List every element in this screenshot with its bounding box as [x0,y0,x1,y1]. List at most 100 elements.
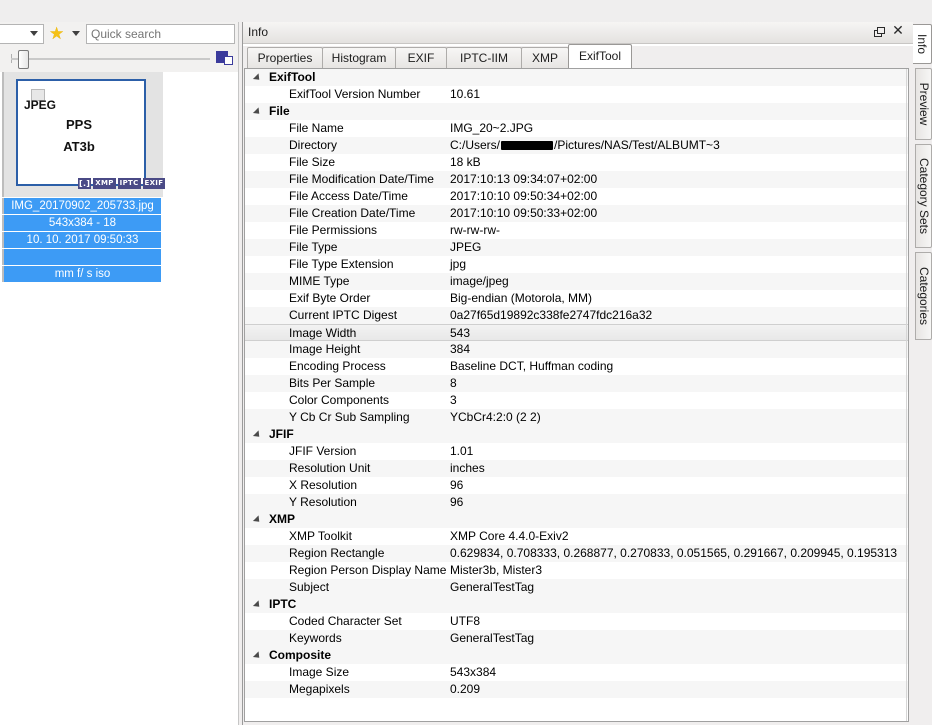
tab-properties[interactable]: Properties [247,47,323,68]
vertical-tab-categories[interactable]: Categories [915,252,932,340]
table-row[interactable]: File Creation Date/Time 2017:10:10 09:50:… [245,205,908,222]
thumbnail-size-icon[interactable] [216,51,233,67]
collapse-triangle-icon[interactable] [252,600,263,610]
table-row[interactable]: Bits Per Sample 8 [245,375,908,392]
table-row[interactable]: ExifTool Version Number 10.61 [245,86,908,103]
vertical-tab-info[interactable]: Info [913,24,932,64]
close-icon[interactable]: ✕ [890,23,906,41]
collapse-triangle-icon[interactable] [252,107,263,117]
filter-combobox[interactable] [0,24,44,44]
metadata-group-iptc[interactable]: IPTC [245,596,908,613]
iptc-badge: IPTC [117,178,141,189]
search-input[interactable] [86,24,235,44]
table-row[interactable]: Encoding Process Baseline DCT, Huffman co… [245,358,908,375]
tab-label: IPTC-IIM [460,51,508,65]
table-row[interactable]: Region Person Display Name Mister3b, Mist… [245,562,908,579]
tab-xmp[interactable]: XMP [521,47,569,68]
thumbnail-datetime: 10. 10. 2017 09:50:33 [2,232,161,248]
table-row[interactable]: File Size 18 kB [245,154,908,171]
table-row[interactable]: File Type Extension jpg [245,256,908,273]
table-row[interactable]: Keywords GeneralTestTag [245,630,908,647]
group-label: XMP [269,512,296,526]
table-row[interactable]: Subject GeneralTestTag [245,579,908,596]
metadata-value-image-width: 543 [450,326,471,340]
metadata-group-jfif[interactable]: JFIF [245,426,908,443]
collapse-triangle-icon[interactable] [252,73,263,83]
metadata-key-color-components: Color Components [289,393,390,407]
metadata-key-region-person-display-name: Region Person Display Name [289,563,447,577]
table-row[interactable]: XMP Toolkit XMP Core 4.4.0-Exiv2 [245,528,908,545]
table-row[interactable]: File Type JPEG [245,239,908,256]
metadata-key-region-rectangle: Region Rectangle [289,546,385,560]
table-row[interactable]: File Name IMG_20~2.JPG [245,120,908,137]
thumbnail-format-label: JPEG [24,98,57,112]
group-label: File [269,104,290,118]
metadata-value-coded-character-set: UTF8 [450,614,480,628]
metadata-group-file[interactable]: File [245,103,908,120]
metadata-group-exiftool[interactable]: ExifTool [245,69,908,86]
metadata-key-file-permissions: File Permissions [289,223,378,237]
table-row[interactable]: Image Size 543x384 [245,664,908,681]
window-top-strip [0,0,932,22]
thumbnail-filename: IMG_20170902_205733.jpg [2,198,161,214]
thumbnail-item[interactable]: JPEG PPS AT3b [.] XMP IPTC EXIF IMG_2017… [2,72,166,297]
metadata-value-y-cb-cr-sub-sampling: YCbCr4:2:0 (2 2) [450,410,541,424]
table-row[interactable]: X Resolution 96 [245,477,908,494]
table-row[interactable]: Resolution Unit inches [245,460,908,477]
metadata-group-xmp[interactable]: XMP [245,511,908,528]
table-row[interactable]: Coded Character Set UTF8 [245,613,908,630]
float-panel-icon[interactable] [871,25,887,41]
tab-iptc-iim[interactable]: IPTC-IIM [446,47,522,68]
table-row[interactable]: JFIF Version 1.01 [245,443,908,460]
star-icon: ★ [49,24,65,43]
table-row[interactable]: File Permissions rw-rw-rw- [245,222,908,239]
metadata-key-encoding-process: Encoding Process [289,359,386,373]
vertical-tab-category-sets[interactable]: Category Sets [915,144,932,248]
table-row[interactable]: Exif Byte Order Big-endian (Motorola, MM) [245,290,908,307]
metadata-value-resolution-unit: inches [450,461,485,475]
metadata-key-file-type: File Type [289,240,338,254]
metadata-value-file-name: IMG_20~2.JPG [450,121,534,135]
value-prefix: C:/Users/ [450,138,501,152]
metadata-value-megapixels: 0.209 [450,682,481,696]
tab-label: XMP [531,51,558,65]
table-row[interactable]: MIME Type image/jpeg [245,273,908,290]
table-row[interactable]: Color Components 3 [245,392,908,409]
metadata-value-y-resolution: 96 [450,495,464,509]
tab-exiftool[interactable]: ExifTool [568,44,632,68]
table-row[interactable]: Y Cb Cr Sub Sampling YCbCr4:2:0 (2 2) [245,409,908,426]
group-label: IPTC [269,597,297,611]
size-icon-small-square [224,56,233,65]
table-row[interactable]: Region Rectangle 0.629834, 0.708333, 0.26… [245,545,908,562]
info-panel-title: Info [248,25,269,39]
table-row[interactable]: Megapixels 0.209 [245,681,908,698]
metadata-key-exif-byte-order: Exif Byte Order [289,291,371,305]
table-row[interactable]: Image Width 543 [245,324,908,341]
table-row[interactable]: Y Resolution 96 [245,494,908,511]
collapse-triangle-icon[interactable] [252,515,263,525]
rating-filter-button[interactable]: ★ [49,24,83,44]
right-vertical-tabbar: Info Preview Category Sets Categories [913,22,932,725]
metadata-value-exiftool-version-number: 10.61 [450,87,481,101]
metadata-value-file-type-extension: jpg [450,257,467,271]
slider-handle[interactable] [18,50,29,69]
info-panel-titlebar: Info ✕ [243,22,913,44]
table-row[interactable]: Current IPTC Digest 0a27f65d19892c338fe27… [245,307,908,324]
collapse-triangle-icon[interactable] [252,651,263,661]
metadata-group-composite[interactable]: Composite [245,647,908,664]
tab-exif[interactable]: EXIF [395,47,447,68]
table-row[interactable]: File Access Date/Time 2017:10:10 09:50:34… [245,188,908,205]
exiftool-metadata-table[interactable]: ExifTool ExifTool Version Number 10.61 File… [244,68,909,722]
collapse-triangle-icon[interactable] [252,430,263,440]
table-row[interactable]: Image Height 384 [245,341,908,358]
metadata-key-file-name: File Name [289,121,344,135]
table-row[interactable]: Directory C:/Users/ /Pictures/NAS/Test/ALB… [245,137,908,154]
thumbnail-size-slider[interactable] [11,58,210,60]
metadata-value-jfif-version: 1.01 [450,444,474,458]
metadata-value-xmp-toolkit: XMP Core 4.4.0-Exiv2 [450,529,569,543]
tab-histogram[interactable]: Histogram [322,47,396,68]
table-row[interactable]: File Modification Date/Time 2017:10:13 09… [245,171,908,188]
face-badge-icon: [.] [78,178,92,189]
vertical-tab-preview[interactable]: Preview [915,68,932,140]
metadata-key-file-modification-date-time: File Modification Date/Time [289,172,434,186]
